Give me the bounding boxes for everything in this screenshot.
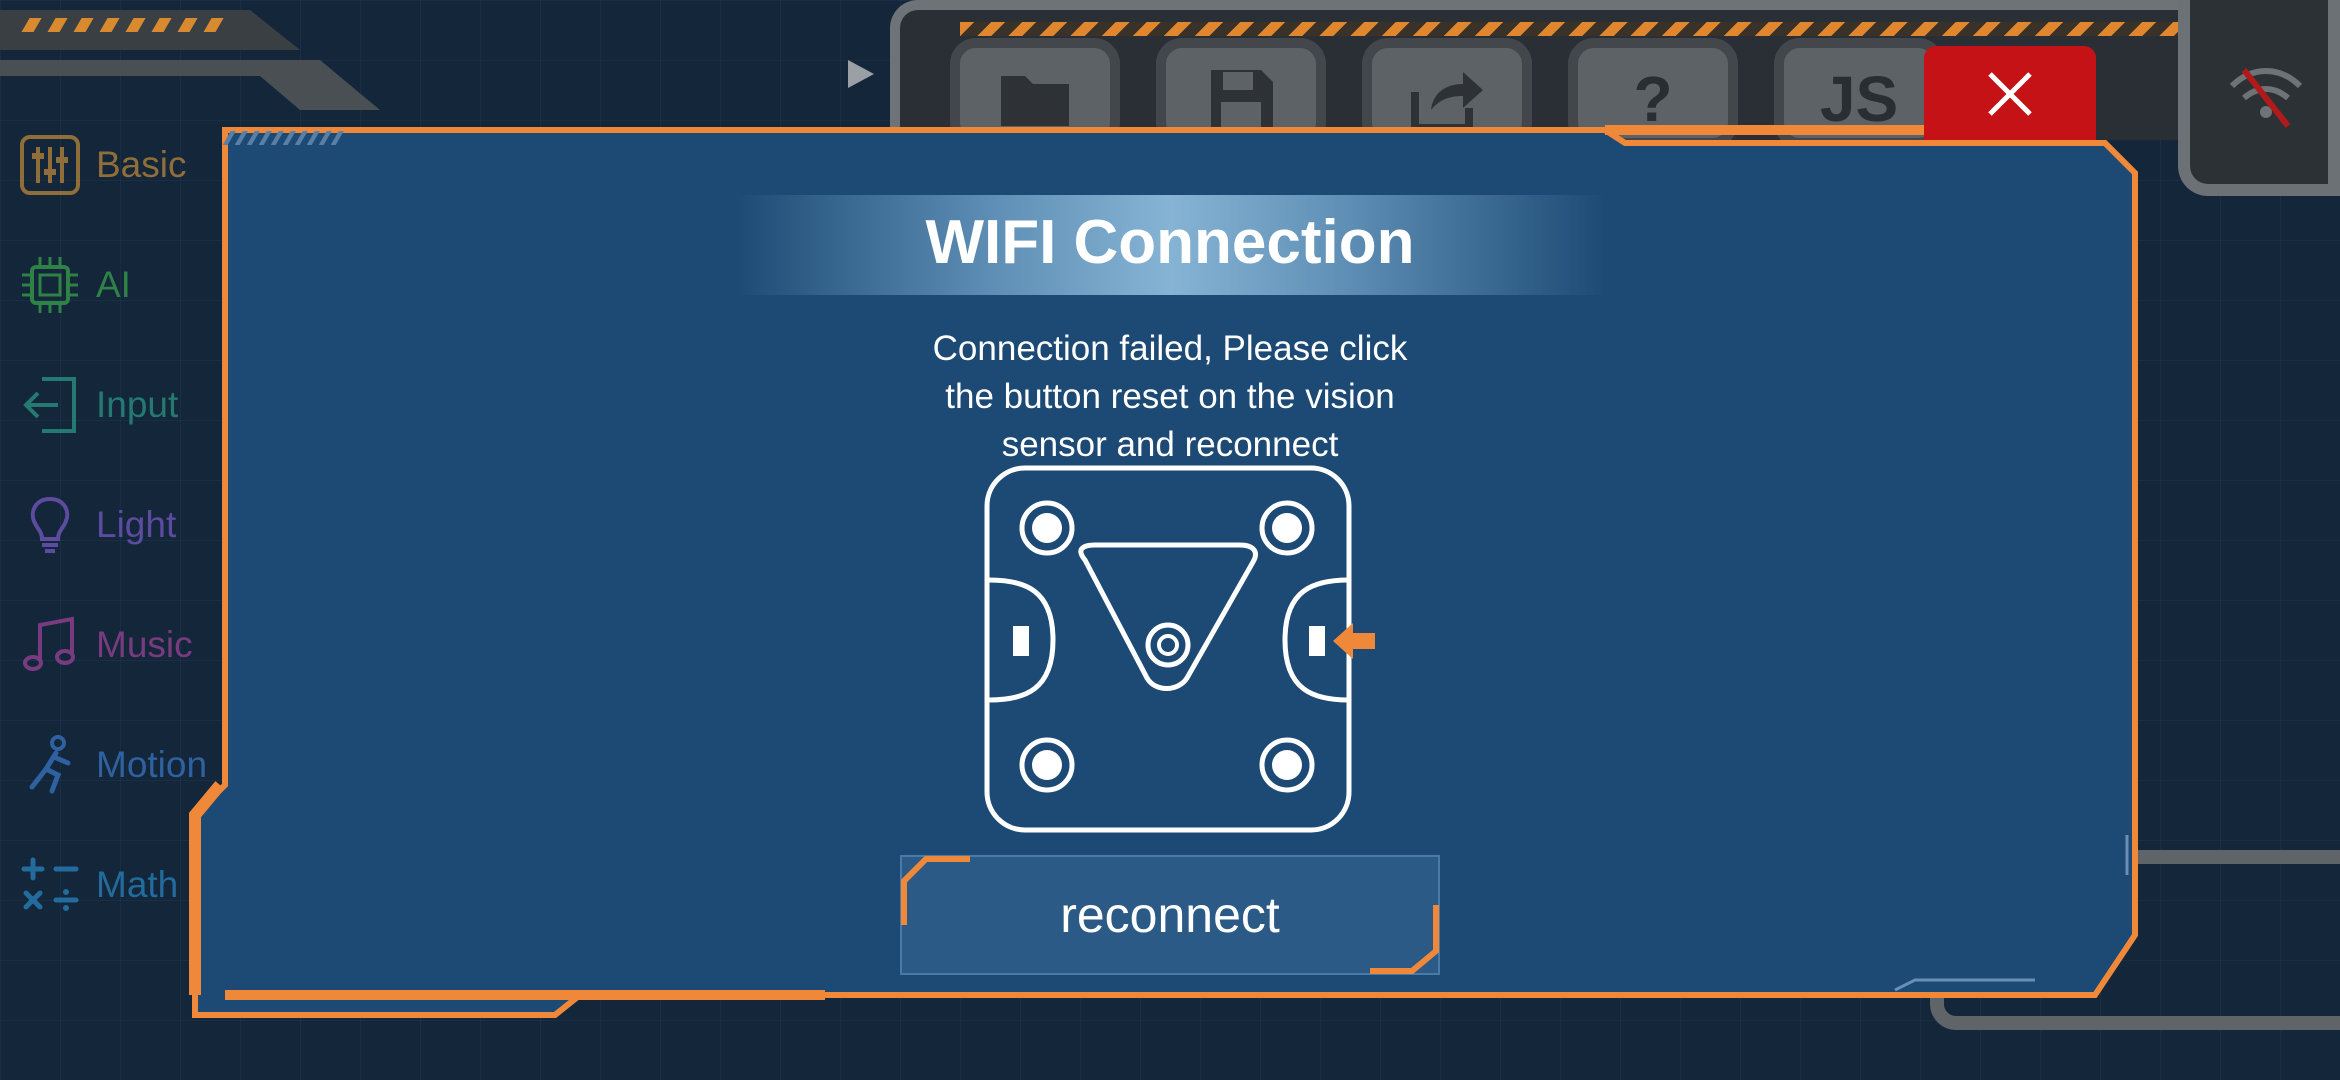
close-icon [1988, 72, 2032, 116]
input-arrow-icon [23, 377, 76, 433]
reconnect-label: reconnect [1060, 887, 1280, 943]
category-motion[interactable]: Motion [18, 730, 207, 800]
dialog-message: Connection failed, Please click the butt… [885, 325, 1455, 469]
dialog-title: WIFI Connection [925, 208, 1415, 277]
category-input[interactable]: Input [18, 370, 178, 440]
hazard-stripe [960, 22, 2180, 36]
sliders-icon [20, 135, 80, 195]
music-note-icon [23, 616, 75, 671]
wifi-off-icon [2229, 68, 2303, 128]
chip-icon [22, 257, 78, 313]
reconnect-button[interactable]: reconnect [900, 855, 1440, 975]
wifi-status-panel[interactable] [2178, 0, 2340, 196]
category-label: AI [96, 264, 131, 305]
vision-sensor-reset-diagram-icon [984, 465, 1375, 833]
category-label: Math [96, 864, 179, 905]
expand-arrow-icon[interactable] [848, 60, 874, 88]
close-button[interactable] [1924, 46, 2096, 140]
category-light[interactable]: Light [18, 490, 176, 560]
motion-figure-icon [29, 735, 71, 794]
category-music[interactable]: Music [18, 610, 193, 680]
message-line: Connection failed, Please click [932, 329, 1408, 368]
corner-decoration [0, 10, 380, 110]
lightbulb-icon [30, 496, 70, 553]
math-operators-icon [21, 857, 79, 911]
category-label: Music [96, 624, 193, 665]
wifi-connection-dialog: WIFI Connection Connection failed, Pleas… [185, 115, 2155, 1030]
category-basic[interactable]: Basic [18, 130, 186, 200]
category-ai[interactable]: AI [18, 250, 131, 320]
category-math[interactable]: Math [18, 850, 178, 920]
message-line: the button reset on the vision [945, 377, 1395, 416]
category-label: Basic [96, 144, 187, 185]
category-label: Input [96, 384, 179, 425]
category-label: Light [96, 504, 177, 545]
